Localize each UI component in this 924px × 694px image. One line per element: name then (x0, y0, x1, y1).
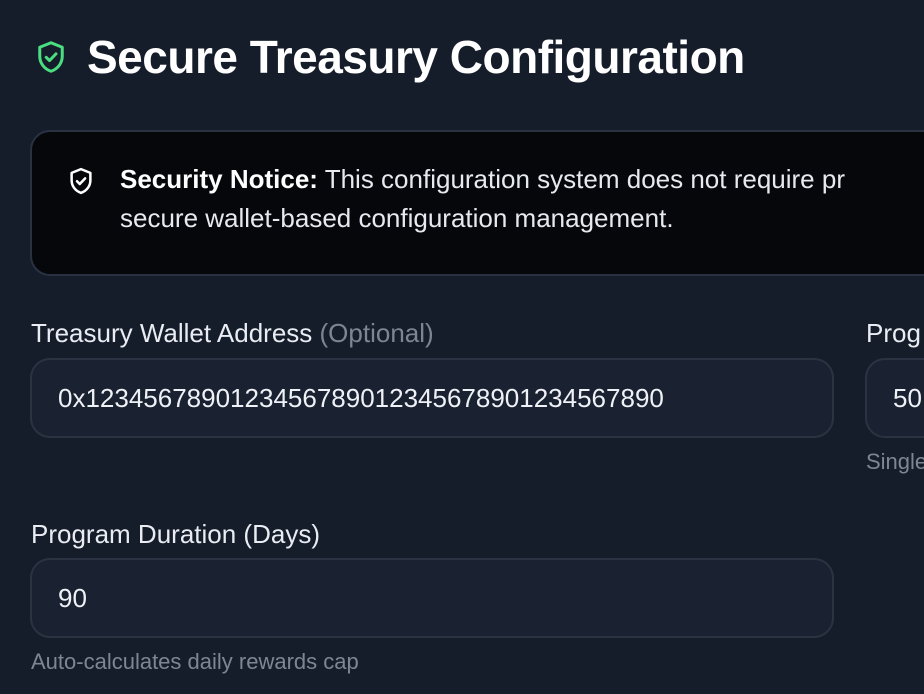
wallet-address-input[interactable]: 0x12345678901234567890123456789012345678… (30, 358, 834, 438)
treasury-config-page: Secure Treasury Configuration Security N… (0, 0, 924, 694)
program-duration-label: Program Duration (Days) (31, 519, 320, 549)
program-amount-input[interactable]: 50 (865, 358, 924, 438)
optional-tag: (Optional) (319, 318, 434, 348)
security-notice-line2: secure wallet-based configuration manage… (120, 203, 674, 233)
wallet-address-label: Treasury Wallet Address (Optional) (31, 318, 434, 349)
program-field-label: Prog (866, 318, 921, 348)
program-amount-hint: Single (866, 449, 924, 474)
shield-check-icon (70, 167, 92, 195)
shield-check-icon (38, 41, 64, 73)
security-notice-text: Security Notice: This configuration syst… (120, 160, 924, 238)
security-notice-label: Security Notice: (120, 164, 318, 194)
security-notice-line1: This configuration system does not requi… (324, 164, 845, 194)
program-duration-hint: Auto-calculates daily rewards cap (31, 649, 359, 674)
wallet-address-label-text: Treasury Wallet Address (31, 318, 313, 348)
program-duration-input[interactable]: 90 (30, 558, 834, 638)
page-title: Secure Treasury Configuration (87, 31, 745, 83)
page-header: Secure Treasury Configuration (33, 30, 745, 84)
security-notice: Security Notice: This configuration syst… (30, 130, 924, 276)
